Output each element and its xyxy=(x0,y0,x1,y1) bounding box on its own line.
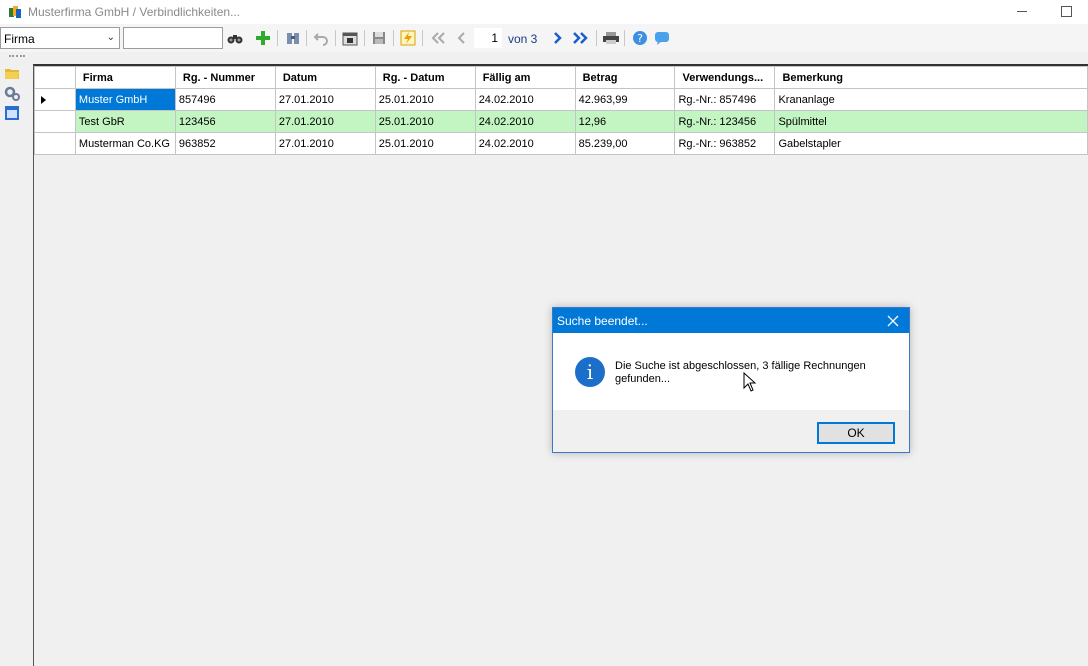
page-count-label: von 3 xyxy=(508,32,538,46)
table-row[interactable]: Muster GmbH 857496 27.01.2010 25.01.2010… xyxy=(34,88,1088,111)
svg-text:?: ? xyxy=(637,32,643,45)
filter-search-icon[interactable] xyxy=(284,29,302,47)
dialog-title: Suche beendet... xyxy=(557,314,648,328)
table-header-row: Firma Rg. - Nummer Datum Rg. - Datum Fäl… xyxy=(34,66,1088,89)
table-cell[interactable]: Musterman Co.KG xyxy=(74,132,176,155)
column-header-rg-nummer[interactable]: Rg. - Nummer xyxy=(174,66,276,89)
row-selector[interactable] xyxy=(34,132,76,155)
dialog-title-bar[interactable]: Suche beendet... xyxy=(553,308,909,333)
binoculars-icon[interactable] xyxy=(226,29,244,47)
table-cell[interactable]: Gabelstapler xyxy=(774,132,1088,155)
search-input[interactable] xyxy=(123,27,223,49)
table-row[interactable]: Musterman Co.KG 963852 27.01.2010 25.01.… xyxy=(34,132,1088,155)
main-window: Musterfirma GmbH / Verbindlichkeiten... … xyxy=(0,0,1088,666)
table-row[interactable]: Test GbR 123456 27.01.2010 25.01.2010 24… xyxy=(34,110,1088,133)
toolbar-separator xyxy=(422,30,423,46)
last-page-icon[interactable] xyxy=(572,29,590,47)
toolbar-separator xyxy=(624,30,625,46)
add-icon[interactable] xyxy=(254,29,272,47)
close-icon[interactable] xyxy=(883,311,903,331)
table-cell[interactable]: Test GbR xyxy=(74,110,176,133)
table-cell[interactable]: 123456 xyxy=(174,110,276,133)
toolbar-separator xyxy=(335,30,336,46)
table-cell[interactable]: 85.239,00 xyxy=(574,132,676,155)
toolbar-separator xyxy=(364,30,365,46)
calendar-icon[interactable] xyxy=(341,29,359,47)
table-cell[interactable]: Spülmittel xyxy=(774,110,1088,133)
toolbar-separator xyxy=(306,30,307,46)
table-cell[interactable]: Krananlage xyxy=(774,88,1088,111)
row-header-corner xyxy=(34,66,76,89)
lightning-icon[interactable] xyxy=(399,29,417,47)
column-header-faellig-am[interactable]: Fällig am xyxy=(474,66,576,89)
save-icon[interactable] xyxy=(370,29,388,47)
field-select[interactable]: Firma ⌄ xyxy=(0,27,120,49)
table-cell[interactable]: 27.01.2010 xyxy=(274,132,376,155)
table-cell[interactable]: 27.01.2010 xyxy=(274,88,376,111)
column-header-rg-datum[interactable]: Rg. - Datum xyxy=(374,66,476,89)
chat-icon[interactable] xyxy=(653,29,671,47)
mouse-cursor-icon xyxy=(743,372,757,392)
table-cell[interactable]: 27.01.2010 xyxy=(274,110,376,133)
minimize-button[interactable] xyxy=(1010,0,1034,24)
table-cell[interactable]: Rg.-Nr.: 857496 xyxy=(674,88,776,111)
toolbar-separator xyxy=(393,30,394,46)
folder-icon[interactable] xyxy=(4,65,20,81)
invoice-table: Firma Rg. - Nummer Datum Rg. - Datum Fäl… xyxy=(34,66,1088,155)
column-header-bemerkung[interactable]: Bemerkung xyxy=(774,66,1088,89)
column-header-datum[interactable]: Datum xyxy=(274,66,376,89)
table-cell[interactable]: 25.01.2010 xyxy=(374,110,476,133)
current-row-arrow-icon xyxy=(41,96,46,104)
column-header-betrag[interactable]: Betrag xyxy=(574,66,676,89)
table-cell[interactable]: Rg.-Nr.: 963852 xyxy=(674,132,776,155)
print-icon[interactable] xyxy=(602,29,620,47)
toolbar: Firma ⌄ 1 von 3 ? xyxy=(0,24,1088,52)
title-bar: Musterfirma GmbH / Verbindlichkeiten... xyxy=(0,0,1088,24)
next-page-icon[interactable] xyxy=(549,29,567,47)
app-icon xyxy=(9,6,21,18)
row-selector[interactable] xyxy=(34,110,76,133)
toolbar-separator xyxy=(596,30,597,46)
grip-handle[interactable] xyxy=(9,55,25,57)
row-selector[interactable] xyxy=(34,88,76,111)
window-icon[interactable] xyxy=(4,105,20,121)
window-title: Musterfirma GmbH / Verbindlichkeiten... xyxy=(28,5,241,19)
field-select-value: Firma xyxy=(4,32,35,46)
table-cell[interactable]: Rg.-Nr.: 123456 xyxy=(674,110,776,133)
table-cell[interactable]: 24.02.2010 xyxy=(474,88,576,111)
first-page-icon[interactable] xyxy=(429,29,447,47)
previous-page-icon[interactable] xyxy=(452,29,470,47)
table-cell[interactable]: 24.02.2010 xyxy=(474,110,576,133)
chevron-down-icon: ⌄ xyxy=(106,32,115,43)
table-cell[interactable]: 857496 xyxy=(174,88,276,111)
table-cell[interactable]: 24.02.2010 xyxy=(474,132,576,155)
table-cell[interactable]: Muster GmbH xyxy=(74,88,176,111)
table-cell[interactable]: 25.01.2010 xyxy=(374,132,476,155)
info-icon: i xyxy=(575,357,605,387)
column-header-firma[interactable]: Firma xyxy=(74,66,176,89)
help-icon[interactable]: ? xyxy=(631,29,649,47)
settings-icon[interactable] xyxy=(4,85,20,101)
table-cell[interactable]: 42.963,99 xyxy=(574,88,676,111)
toolbar-separator xyxy=(277,30,278,46)
table-cell[interactable]: 963852 xyxy=(174,132,276,155)
side-toolbar xyxy=(0,52,33,666)
table-cell[interactable]: 12,96 xyxy=(574,110,676,133)
table-cell[interactable]: 25.01.2010 xyxy=(374,88,476,111)
dialog-body: i Die Suche ist abgeschlossen, 3 fällige… xyxy=(553,333,909,410)
maximize-button[interactable] xyxy=(1054,0,1078,24)
ok-button[interactable]: OK xyxy=(817,422,895,444)
page-number-input[interactable]: 1 xyxy=(474,28,502,48)
undo-icon[interactable] xyxy=(312,29,330,47)
search-finished-dialog: Suche beendet... i Die Suche ist abgesch… xyxy=(552,307,910,453)
column-header-verwendung[interactable]: Verwendungs... xyxy=(674,66,776,89)
